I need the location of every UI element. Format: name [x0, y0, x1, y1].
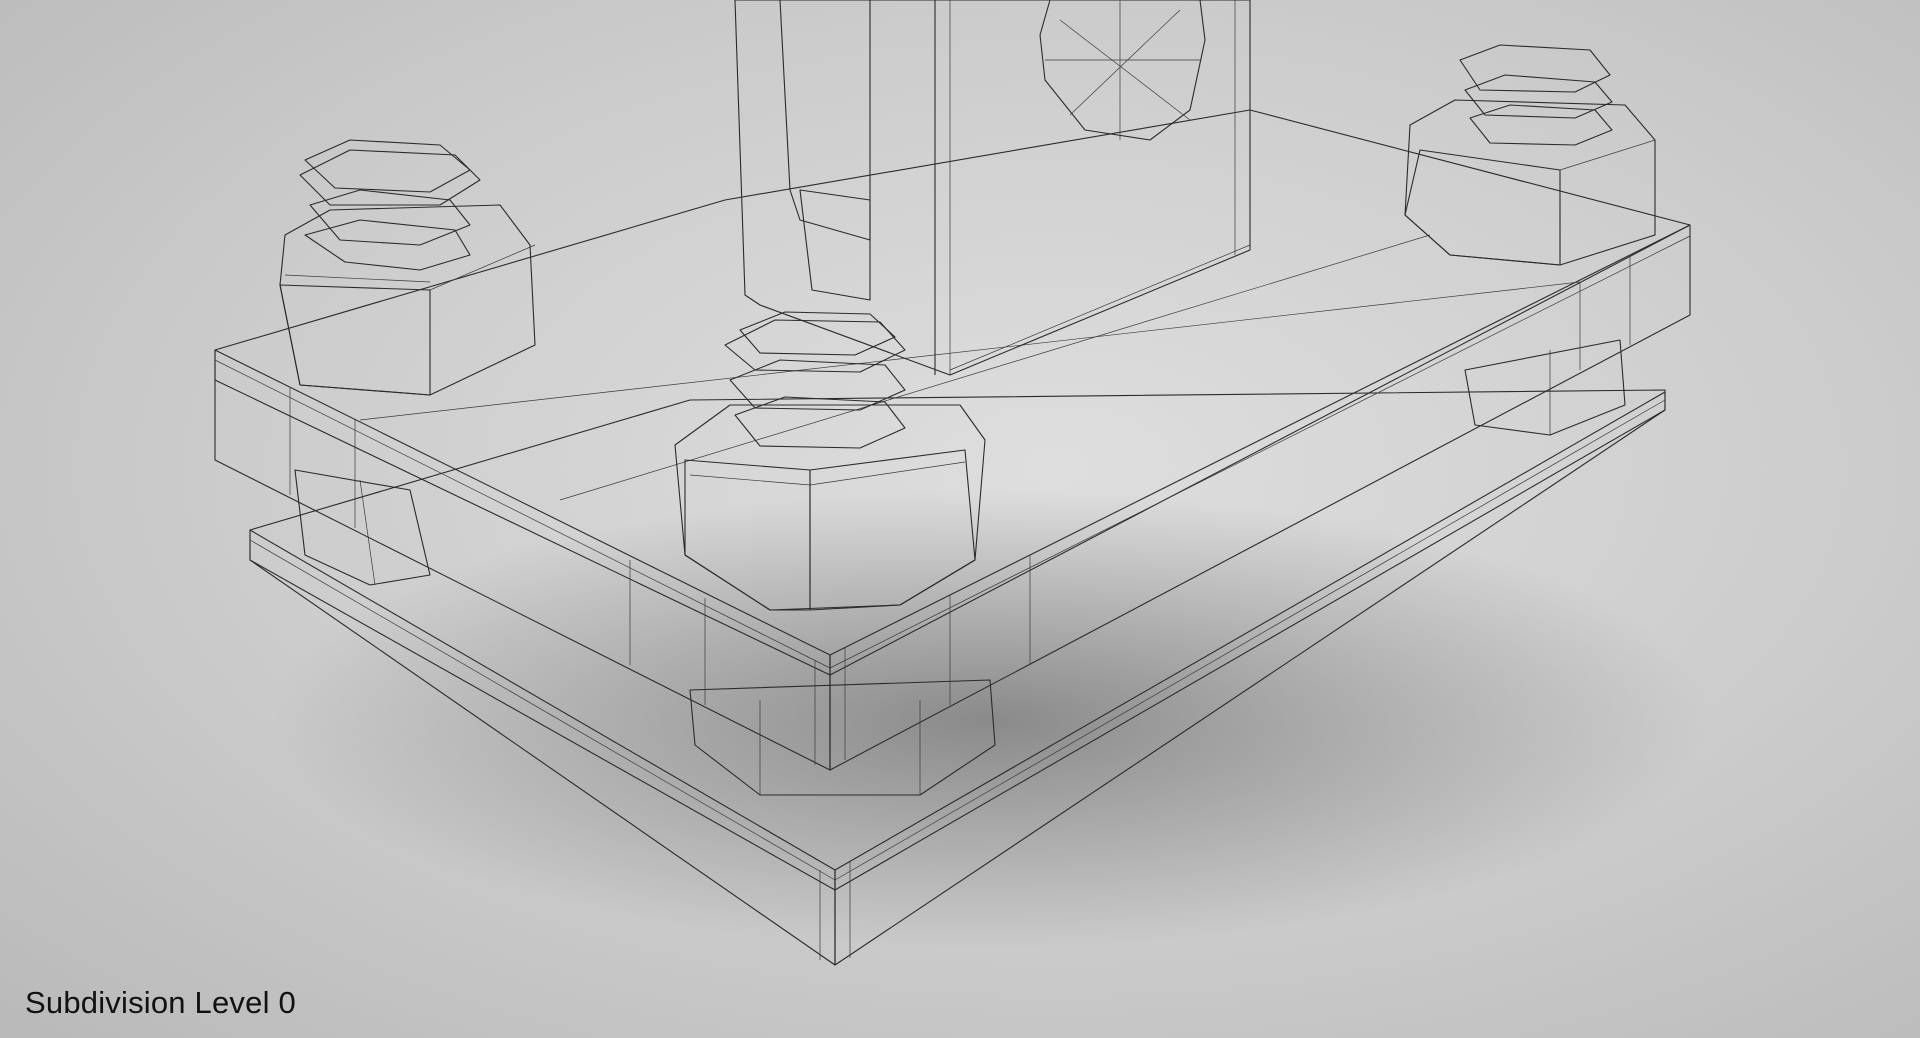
viewport: Subdivision Level 0 [0, 0, 1920, 1038]
subdivision-caption: Subdivision Level 0 [25, 985, 296, 1020]
wireframe-render [214, 0, 1710, 966]
ground-shadow [270, 490, 1710, 950]
column [734, 0, 1251, 376]
nut-right [1404, 44, 1656, 266]
